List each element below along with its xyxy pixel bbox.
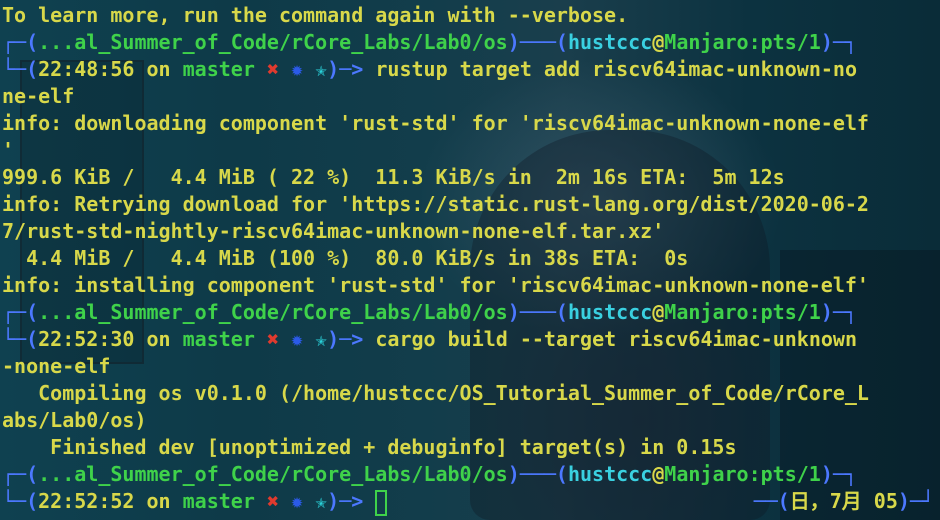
prompt-box-end: )─┐ [820, 30, 857, 54]
prompt-on-label: on [146, 327, 171, 351]
output-line: Compiling os v0.1.0 (/home/hustccc/OS_Tu… [2, 380, 869, 407]
git-dirty-icon: ✖ [266, 57, 279, 81]
prompt-on-label: on [146, 57, 171, 81]
git-untracked-icon: ✭ [315, 327, 328, 351]
output-line: 999.6 KiB / 4.4 MiB ( 22 %) 11.3 KiB/s i… [2, 164, 785, 191]
output-line: ' [2, 137, 14, 164]
output-text: To learn more, run the command again wit… [2, 3, 629, 27]
prompt-command-line: └─(22:52:30 on master ✖ ✹ ✭)─> cargo bui… [2, 327, 857, 351]
prompt-box-end: )─┐ [820, 462, 857, 486]
output-line: To learn more, run the command again wit… [2, 2, 628, 29]
terminal-window[interactable]: To learn more, run the command again wit… [0, 0, 940, 520]
prompt-host: Manjaro:pts/1 [664, 30, 821, 54]
command-text-wrap: -none-elf [2, 354, 111, 378]
output-text: 7/rust-std-nightly-riscv64imac-unknown-n… [2, 219, 665, 243]
prompt-date: 日，7月 05 [789, 489, 898, 513]
git-modified-icon: ✹ [291, 489, 304, 513]
prompt-at: @ [652, 300, 665, 324]
prompt-at: @ [652, 462, 665, 486]
command-wrap-line: -none-elf [2, 353, 110, 380]
output-line: info: Retrying download for 'https://sta… [2, 191, 869, 218]
prompt-time: 22:52:30 [38, 327, 135, 351]
prompt-box-corner: └─( [2, 327, 39, 351]
git-branch: master [182, 57, 255, 81]
prompt-arrow-icon: ─> [339, 327, 364, 351]
output-line: 7/rust-std-nightly-riscv64imac-unknown-n… [2, 218, 664, 245]
prompt-host: Manjaro:pts/1 [664, 300, 821, 324]
output-line: info: installing component 'rust-std' fo… [2, 272, 869, 299]
prompt-top-line: ┌─(...al_Summer_of_Code/rCore_Labs/Lab0/… [2, 299, 857, 326]
prompt-box-rule: )───( [507, 30, 568, 54]
prompt-command-line: └─(22:48:56 on master ✖ ✹ ✭)─> rustup ta… [2, 57, 857, 81]
prompt-box-corner: ┌─( [2, 300, 39, 324]
output-text: ' [2, 138, 15, 162]
prompt-time: 22:48:56 [38, 57, 135, 81]
prompt-at: @ [652, 30, 665, 54]
prompt-box-end: )─┐ [820, 300, 857, 324]
git-untracked-icon: ✭ [315, 57, 328, 81]
command-text: rustup target add riscv64imac-unknown-no [375, 57, 857, 81]
prompt-on-label: on [146, 489, 171, 513]
right-prompt-date: ──(日，7月 05)─┘ [753, 489, 934, 513]
output-text: Compiling os v0.1.0 (/home/hustccc/OS_Tu… [2, 381, 869, 405]
command-wrap-line: ne-elf [2, 83, 74, 110]
command-text: cargo build --target riscv64imac-unknown [375, 327, 857, 351]
prompt-box-rule: )───( [507, 300, 568, 324]
prompt-host: Manjaro:pts/1 [664, 462, 821, 486]
prompt-arrow-icon: ─> [339, 57, 364, 81]
prompt-box-corner: ┌─( [2, 462, 39, 486]
git-dirty-icon: ✖ [266, 327, 279, 351]
git-untracked-icon: ✭ [315, 489, 328, 513]
output-text: Finished dev [unoptimized + debuginfo] t… [2, 435, 737, 459]
output-line: abs/Lab0/os) [2, 407, 147, 434]
prompt-user: hustccc [567, 462, 653, 486]
prompt-command-line[interactable]: └─(22:52:52 on master ✖ ✹ ✭)─> [2, 488, 388, 516]
output-line: Finished dev [unoptimized + debuginfo] t… [2, 434, 737, 461]
prompt-path: ...al_Summer_of_Code/rCore_Labs/Lab0/os [38, 300, 508, 324]
git-dirty-icon: ✖ [266, 489, 279, 513]
terminal-cursor[interactable] [375, 489, 388, 516]
git-modified-icon: ✹ [291, 327, 304, 351]
output-text: 4.4 MiB / 4.4 MiB (100 %) 80.0 KiB/s in … [2, 246, 689, 270]
output-line: info: downloading component 'rust-std' f… [2, 110, 869, 137]
output-text: 999.6 KiB / 4.4 MiB ( 22 %) 11.3 KiB/s i… [2, 165, 785, 189]
prompt-user: hustccc [567, 300, 653, 324]
command-text-wrap: ne-elf [2, 84, 75, 108]
prompt-path: ...al_Summer_of_Code/rCore_Labs/Lab0/os [38, 30, 508, 54]
prompt-path: ...al_Summer_of_Code/rCore_Labs/Lab0/os [38, 462, 508, 486]
prompt-box-corner: ┌─( [2, 30, 39, 54]
prompt-time: 22:52:52 [38, 489, 135, 513]
prompt-user: hustccc [567, 30, 653, 54]
git-branch: master [182, 489, 255, 513]
git-modified-icon: ✹ [291, 57, 304, 81]
output-line: 4.4 MiB / 4.4 MiB (100 %) 80.0 KiB/s in … [2, 245, 688, 272]
output-text: info: Retrying download for 'https://sta… [2, 192, 869, 216]
output-text: info: installing component 'rust-std' fo… [2, 273, 869, 297]
git-branch: master [182, 327, 255, 351]
prompt-arrow-icon: ─> [339, 489, 364, 513]
prompt-box-corner: └─( [2, 57, 39, 81]
prompt-top-line: ┌─(...al_Summer_of_Code/rCore_Labs/Lab0/… [2, 29, 857, 56]
output-text: info: downloading component 'rust-std' f… [2, 111, 869, 135]
output-text: abs/Lab0/os) [2, 408, 147, 432]
prompt-top-line: ┌─(...al_Summer_of_Code/rCore_Labs/Lab0/… [2, 461, 857, 488]
prompt-box-corner: └─( [2, 489, 39, 513]
prompt-box-rule: )───( [507, 462, 568, 486]
